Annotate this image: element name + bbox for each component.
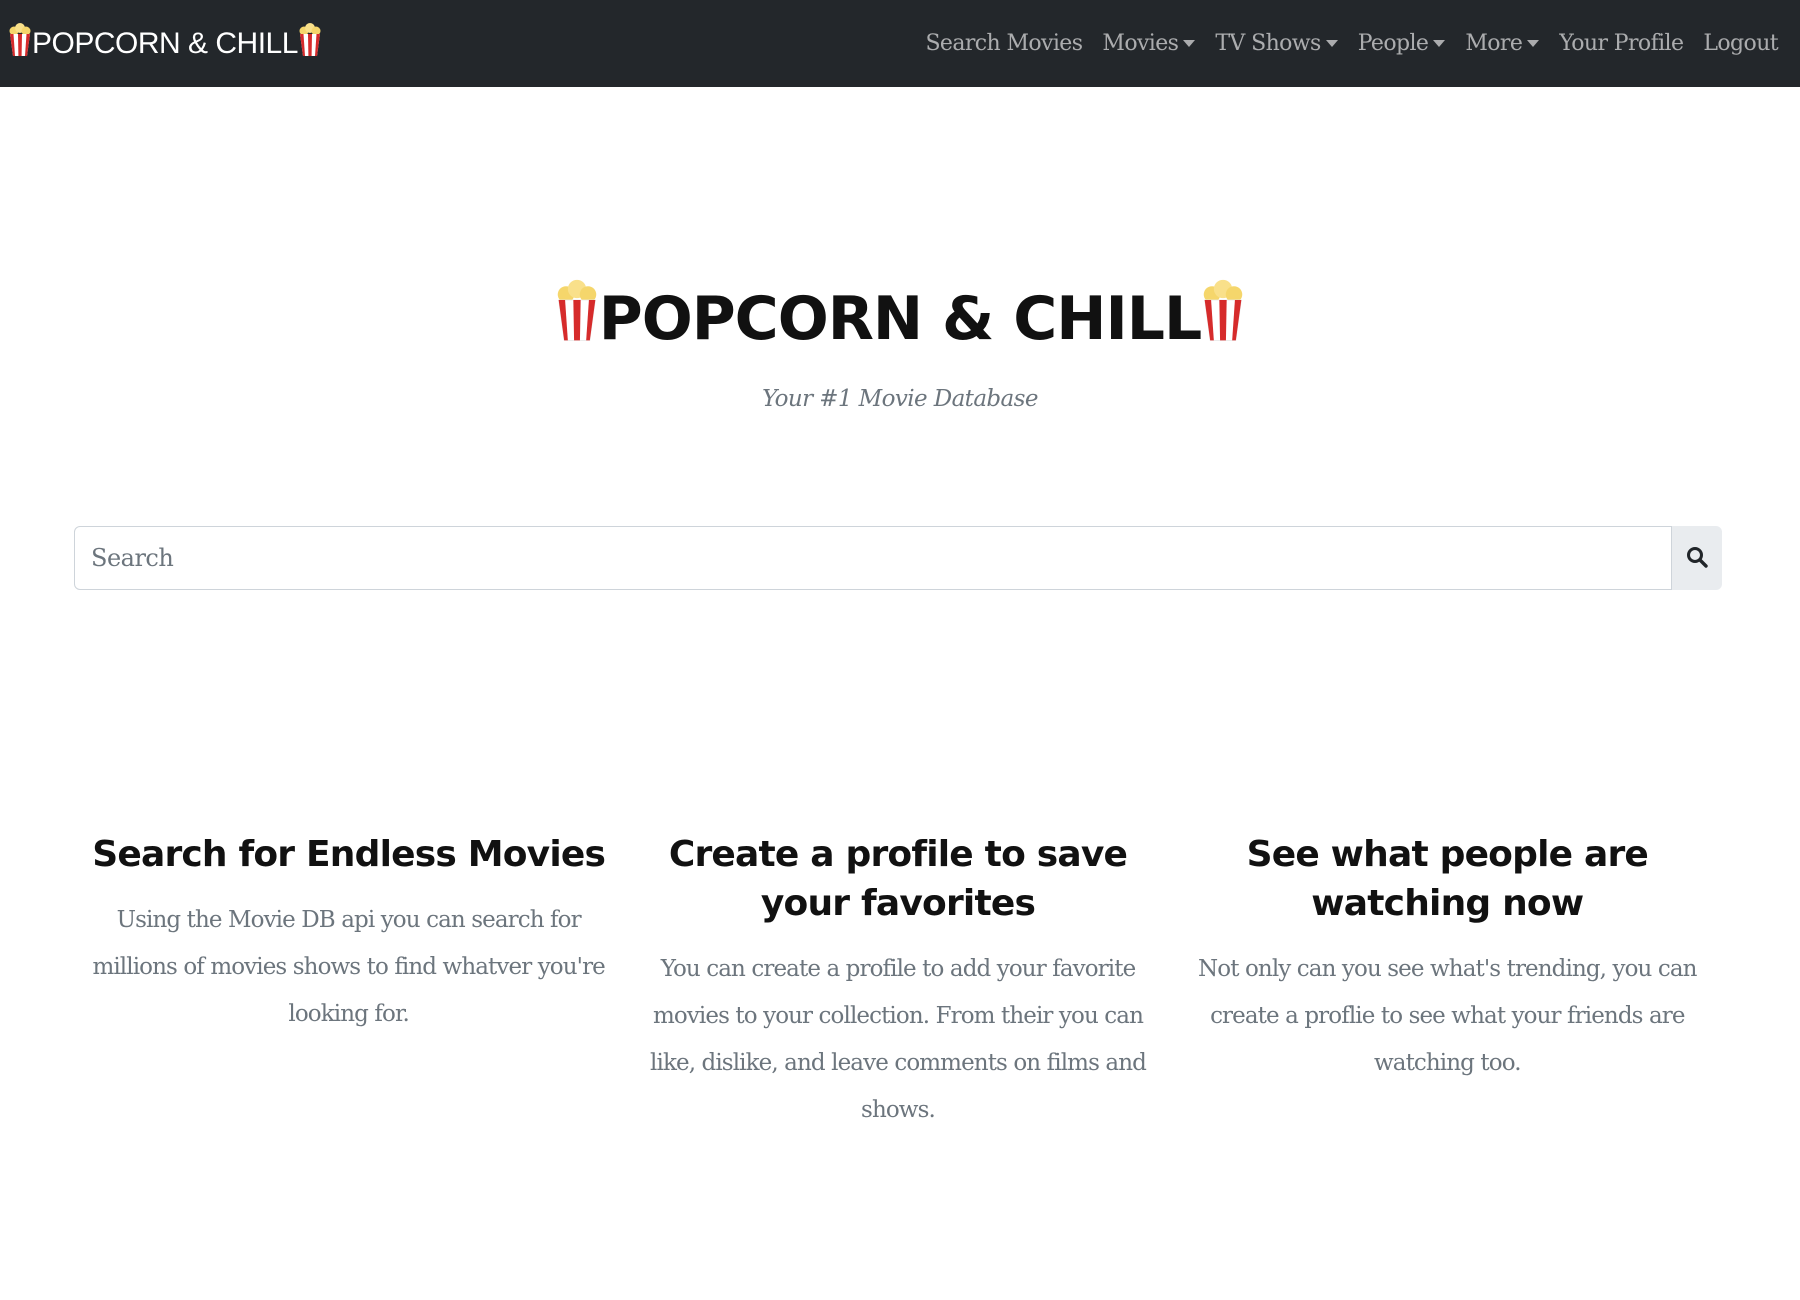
search-input[interactable] bbox=[74, 526, 1672, 590]
nav-label: Movies bbox=[1102, 31, 1179, 56]
caret-down-icon bbox=[1325, 40, 1338, 47]
caret-down-icon bbox=[1433, 40, 1446, 47]
popcorn-icon bbox=[298, 22, 322, 65]
popcorn-icon bbox=[8, 22, 32, 65]
nav-label: Search Movies bbox=[925, 31, 1083, 56]
hero-subtitle: Your #1 Movie Database bbox=[762, 386, 1038, 412]
nav-label: More bbox=[1465, 31, 1523, 56]
nav-more-dropdown[interactable]: More bbox=[1455, 31, 1549, 56]
hero-title: POPCORN & CHILL bbox=[0, 278, 1800, 359]
popcorn-icon bbox=[1201, 278, 1245, 359]
brand-link[interactable]: POPCORN & CHILL bbox=[8, 22, 322, 65]
popcorn-icon bbox=[555, 278, 599, 359]
caret-down-icon bbox=[1183, 40, 1196, 47]
feature-title: Create a profile to save your favorites bbox=[668, 834, 1128, 924]
nav-label: TV Shows bbox=[1215, 31, 1321, 56]
feature-text: You can create a profile to add your fav… bbox=[650, 956, 1147, 1123]
brand-text: POPCORN & CHILL bbox=[32, 26, 298, 60]
nav-label: Your Profile bbox=[1559, 31, 1684, 56]
feature-search: Search for Endless Movies Using the Movi… bbox=[74, 830, 623, 1134]
nav-search-movies[interactable]: Search Movies bbox=[915, 31, 1092, 56]
nav-tv-shows-dropdown[interactable]: TV Shows bbox=[1205, 31, 1347, 56]
nav-movies-dropdown[interactable]: Movies bbox=[1092, 31, 1205, 56]
nav-logout[interactable]: Logout bbox=[1693, 31, 1788, 56]
nav-label: People bbox=[1357, 31, 1429, 56]
nav-your-profile[interactable]: Your Profile bbox=[1549, 31, 1693, 56]
feature-text: Using the Movie DB api you can search fo… bbox=[92, 907, 605, 1027]
caret-down-icon bbox=[1527, 40, 1540, 47]
feature-profile: Create a profile to save your favorites … bbox=[623, 830, 1172, 1134]
search-bar bbox=[74, 526, 1722, 590]
features-row: Search for Endless Movies Using the Movi… bbox=[74, 830, 1722, 1134]
nav-people-dropdown[interactable]: People bbox=[1348, 31, 1456, 56]
navbar: POPCORN & CHILL Search Movies Movies TV … bbox=[0, 0, 1800, 87]
feature-trending: See what people are watching now Not onl… bbox=[1173, 830, 1722, 1134]
feature-text: Not only can you see what's trending, yo… bbox=[1198, 956, 1697, 1076]
nav-label: Logout bbox=[1703, 31, 1778, 56]
search-icon bbox=[1686, 546, 1708, 571]
hero-title-text: POPCORN & CHILL bbox=[598, 283, 1203, 354]
search-button[interactable] bbox=[1672, 526, 1722, 590]
feature-title: Search for Endless Movies bbox=[92, 834, 606, 875]
nav-links: Search Movies Movies TV Shows People Mor… bbox=[915, 31, 1788, 56]
feature-title: See what people are watching now bbox=[1246, 834, 1649, 924]
